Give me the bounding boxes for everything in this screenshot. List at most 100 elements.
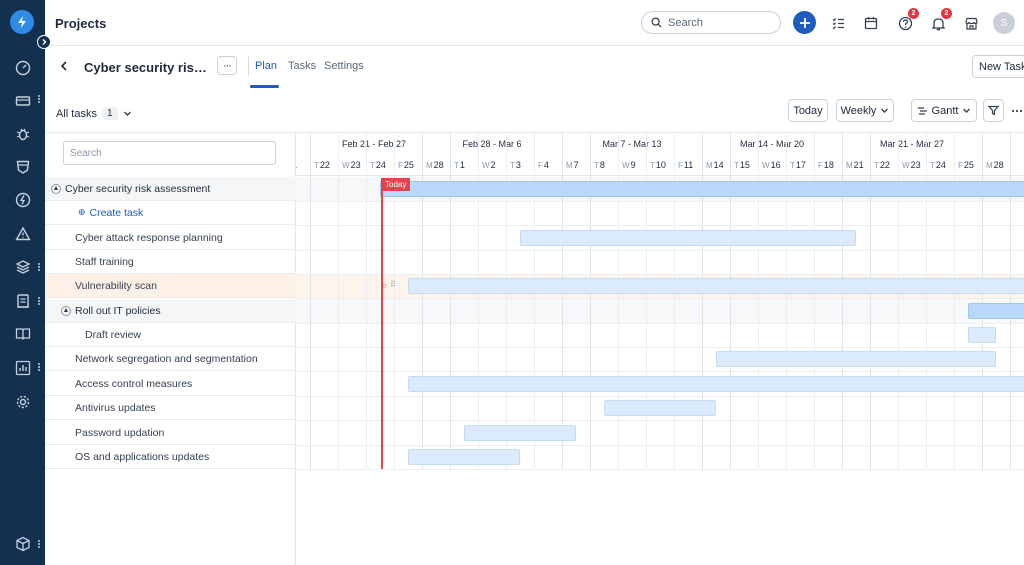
task-label: OS and applications updates: [75, 450, 210, 463]
day-label: F25: [398, 160, 414, 170]
day-label: W9: [622, 160, 636, 170]
gantt-task-bar[interactable]: [408, 278, 1024, 294]
week-label: Mar 7 - Mar 13: [602, 139, 662, 149]
today-button[interactable]: Today: [788, 99, 828, 122]
changes-icon[interactable]: [12, 189, 34, 211]
projects-more-icon[interactable]: [37, 296, 41, 308]
gantt-task-bar[interactable]: [968, 327, 996, 343]
gantt-task-bar[interactable]: [408, 449, 520, 465]
user-avatar[interactable]: S: [993, 12, 1015, 34]
create-new-button[interactable]: [793, 11, 816, 34]
more-horizontal-icon: [1011, 109, 1023, 112]
help-badge: 2: [908, 8, 919, 19]
tab-settings[interactable]: Settings: [324, 60, 364, 72]
tickets-icon[interactable]: [12, 90, 34, 112]
store-icon[interactable]: [960, 12, 982, 34]
weekday-letter: M: [426, 161, 433, 170]
settings-gear-icon[interactable]: [12, 391, 34, 413]
day-label: [1014, 160, 1015, 170]
task-label: Antivirus updates: [75, 401, 156, 414]
dependency-circle-icon[interactable]: ○: [382, 281, 387, 290]
filter-button[interactable]: [983, 99, 1004, 122]
more-options-button[interactable]: [1008, 99, 1024, 122]
today-marker-label: Today: [381, 178, 411, 191]
dashboard-icon[interactable]: [12, 57, 34, 79]
global-search-input[interactable]: Search: [641, 11, 781, 34]
day-label: M28: [426, 160, 444, 170]
day-number: 7: [573, 160, 579, 170]
new-task-button[interactable]: New Task: [972, 55, 1024, 78]
project-more-button[interactable]: ···: [217, 56, 237, 75]
tab-plan[interactable]: Plan: [255, 60, 277, 72]
day-label: W16: [762, 160, 781, 170]
scale-dropdown[interactable]: Weekly: [836, 99, 894, 122]
task-row[interactable]: OS and applications updates: [45, 445, 296, 469]
assets-layers-icon[interactable]: [12, 256, 34, 278]
notifications-bell-icon[interactable]: 2: [927, 8, 952, 34]
task-row[interactable]: Staff training: [45, 250, 296, 274]
drag-handle-icon[interactable]: ⠿: [390, 280, 396, 289]
task-search-input[interactable]: Search: [63, 141, 276, 165]
task-label: Cyber security risk assessment: [65, 182, 211, 195]
day-label: T1: [454, 160, 465, 170]
day-number: 24: [935, 160, 946, 170]
day-label: T15: [734, 160, 750, 170]
gantt-task-bar[interactable]: [408, 376, 1024, 392]
help-icon[interactable]: 2: [894, 8, 919, 34]
calendar-icon[interactable]: [860, 12, 882, 34]
task-row[interactable]: Cyber attack response planning: [45, 226, 296, 250]
grid-row-line: [296, 396, 1024, 397]
task-row[interactable]: Password updation: [45, 421, 296, 445]
analytics-chart-icon[interactable]: [12, 357, 34, 379]
day-label: T10: [650, 160, 666, 170]
task-filter-dropdown[interactable]: All tasks 1: [56, 107, 132, 120]
apps-cube-icon[interactable]: [12, 533, 34, 555]
expand-sidebar-chevron-icon[interactable]: [37, 35, 51, 49]
task-row-group[interactable]: ▲ Roll out IT policies: [45, 299, 296, 323]
gantt-task-bar[interactable]: [968, 303, 1024, 319]
tickets-more-icon[interactable]: [37, 94, 41, 106]
day-label: 21: [296, 160, 297, 170]
grid-row-line: [296, 201, 1024, 202]
knowledge-base-book-icon[interactable]: [12, 323, 34, 345]
search-icon: [651, 17, 662, 28]
collapse-caret-icon[interactable]: ▲: [51, 183, 61, 194]
search-placeholder: Search: [668, 16, 703, 29]
add-circle-icon: ⊕: [78, 207, 86, 217]
projects-icon[interactable]: [12, 290, 34, 312]
task-list-icon[interactable]: [827, 12, 849, 34]
collapse-caret-icon[interactable]: ▲: [61, 305, 71, 316]
back-chevron-icon[interactable]: [57, 59, 71, 73]
day-number: 15: [739, 160, 750, 170]
task-row-group[interactable]: ▲ Cyber security risk assessment: [45, 177, 296, 201]
gantt-task-bar[interactable]: [604, 400, 716, 416]
bug-icon[interactable]: [12, 123, 34, 145]
weekday-letter: W: [902, 161, 910, 170]
task-row-subtask[interactable]: Draft review: [45, 323, 296, 347]
task-row-selected[interactable]: Vulnerability scan: [45, 274, 296, 298]
analytics-more-icon[interactable]: [37, 362, 41, 374]
week-label: M: [982, 139, 1024, 149]
day-label: M28: [986, 160, 1004, 170]
plan-toolbar: All tasks 1 Today Weekly Gantt: [45, 88, 1024, 133]
gantt-task-bar[interactable]: [464, 425, 576, 441]
gantt-task-bar[interactable]: [380, 181, 1024, 197]
shield-icon[interactable]: [12, 156, 34, 178]
weekday-letter: T: [790, 161, 795, 170]
assets-more-icon[interactable]: [37, 262, 41, 274]
day-number: 17: [795, 160, 806, 170]
app-logo-icon[interactable]: [10, 10, 34, 34]
task-filter-count: 1: [101, 107, 118, 120]
task-row[interactable]: Access control measures: [45, 372, 296, 396]
gantt-task-bar[interactable]: [520, 230, 856, 246]
gantt-task-bar[interactable]: [716, 351, 996, 367]
task-row[interactable]: Network segregation and segmentation: [45, 347, 296, 371]
gantt-row: [296, 299, 1024, 323]
tab-tasks[interactable]: Tasks: [288, 60, 316, 72]
grid-row-line: [296, 298, 1024, 299]
task-row[interactable]: Antivirus updates: [45, 396, 296, 420]
create-task-row[interactable]: ⊕ Create task: [45, 201, 296, 225]
apps-more-icon[interactable]: [37, 539, 41, 551]
view-dropdown[interactable]: Gantt: [911, 99, 977, 122]
problems-warning-icon[interactable]: [12, 223, 34, 245]
